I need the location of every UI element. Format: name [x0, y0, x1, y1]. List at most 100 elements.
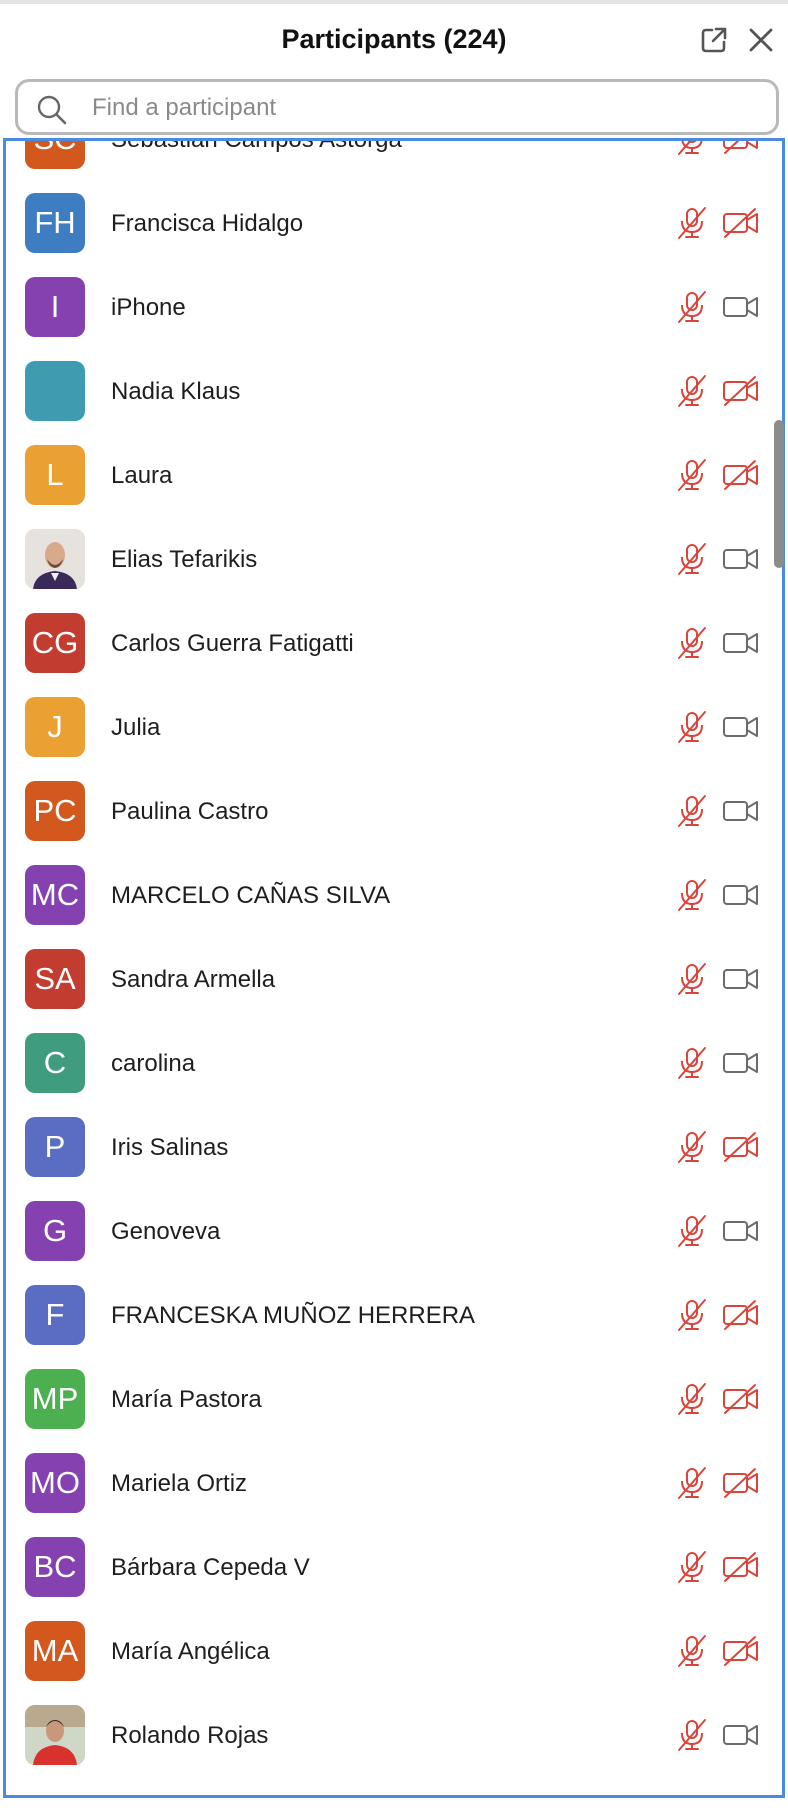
- avatar: I: [25, 277, 85, 337]
- mic-muted-icon[interactable]: [674, 1717, 710, 1753]
- mic-muted-icon[interactable]: [674, 1297, 710, 1333]
- participant-name: Julia: [111, 714, 161, 741]
- avatar: F: [25, 1285, 85, 1345]
- video-off-icon[interactable]: [722, 375, 760, 407]
- search-box[interactable]: [15, 79, 779, 135]
- participant-row[interactable]: MO Mariela Ortiz: [6, 1441, 782, 1525]
- participant-row[interactable]: SC Sebastián Campos Astorga: [6, 138, 782, 181]
- video-off-icon[interactable]: [722, 1299, 760, 1331]
- video-off-icon[interactable]: [722, 1383, 760, 1415]
- avatar: CG: [25, 613, 85, 673]
- participant-row[interactable]: CG Carlos Guerra Fatigatti: [6, 601, 782, 685]
- participant-name: Laura: [111, 462, 173, 489]
- video-off-icon[interactable]: [722, 1551, 760, 1583]
- participant-name: carolina: [111, 1050, 196, 1077]
- participant-row[interactable]: F FRANCESKA MUÑOZ HERRERA: [6, 1273, 782, 1357]
- video-on-icon[interactable]: [722, 963, 760, 995]
- video-on-icon[interactable]: [722, 795, 760, 827]
- avatar: L: [25, 445, 85, 505]
- video-off-icon[interactable]: [722, 1467, 760, 1499]
- avatar: SC: [25, 141, 85, 169]
- participant-row[interactable]: MC MARCELO CAÑAS SILVA: [6, 853, 782, 937]
- participant-name: Francisca Hidalgo: [111, 210, 304, 237]
- avatar-initials: MO: [30, 1465, 80, 1500]
- participant-name: iPhone: [111, 294, 186, 321]
- scrollbar-thumb[interactable]: [774, 420, 784, 568]
- avatar: J: [25, 697, 85, 757]
- participant-row[interactable]: FH Francisca Hidalgo: [6, 181, 782, 265]
- mic-muted-icon[interactable]: [674, 625, 710, 661]
- mic-muted-icon[interactable]: [674, 541, 710, 577]
- participant-row[interactable]: G Genoveva: [6, 1189, 782, 1273]
- mic-muted-icon[interactable]: [674, 1381, 710, 1417]
- avatar-initials: F: [45, 1297, 65, 1332]
- video-on-icon[interactable]: [722, 1719, 760, 1751]
- mic-muted-icon[interactable]: [674, 1129, 710, 1165]
- avatar: SA: [25, 949, 85, 1009]
- avatar: [25, 1705, 85, 1765]
- mic-muted-icon[interactable]: [674, 1465, 710, 1501]
- participant-row[interactable]: Ccarolina: [6, 1021, 782, 1105]
- video-off-icon[interactable]: [722, 138, 760, 155]
- popout-icon: [701, 27, 727, 53]
- video-off-icon[interactable]: [722, 1131, 760, 1163]
- avatar: [25, 361, 85, 421]
- participant-name: Genoveva: [111, 1218, 221, 1245]
- search-icon: [37, 95, 67, 125]
- mic-muted-icon[interactable]: [674, 793, 710, 829]
- video-on-icon[interactable]: [722, 879, 760, 911]
- participant-row[interactable]: Rolando Rojas: [6, 1693, 782, 1777]
- video-off-icon[interactable]: [722, 459, 760, 491]
- participant-name: Sandra Armella: [111, 966, 276, 993]
- avatar: MO: [25, 1453, 85, 1513]
- popout-button[interactable]: [694, 20, 734, 60]
- search-input[interactable]: [90, 90, 754, 126]
- mic-muted-icon[interactable]: [674, 709, 710, 745]
- mic-muted-icon[interactable]: [674, 961, 710, 997]
- mic-muted-icon[interactable]: [674, 289, 710, 325]
- video-on-icon[interactable]: [722, 711, 760, 743]
- participant-row[interactable]: MP María Pastora: [6, 1357, 782, 1441]
- mic-muted-icon[interactable]: [674, 1549, 710, 1585]
- video-on-icon[interactable]: [722, 627, 760, 659]
- avatar-initials: J: [47, 709, 63, 744]
- participant-row[interactable]: Elias Tefarikis: [6, 517, 782, 601]
- mic-muted-icon[interactable]: [674, 205, 710, 241]
- participant-name: Sebastián Campos Astorga: [111, 138, 402, 153]
- participant-row[interactable]: SA Sandra Armella: [6, 937, 782, 1021]
- participant-row[interactable]: BC Bárbara Cepeda V: [6, 1525, 782, 1609]
- video-off-icon[interactable]: [722, 207, 760, 239]
- avatar: [25, 529, 85, 589]
- avatar: MC: [25, 865, 85, 925]
- participant-name: María Angélica: [111, 1638, 270, 1665]
- participant-row[interactable]: Nadia Klaus: [6, 349, 782, 433]
- video-off-icon[interactable]: [722, 1635, 760, 1667]
- participant-row[interactable]: MA María Angélica: [6, 1609, 782, 1693]
- participant-row[interactable]: L Laura: [6, 433, 782, 517]
- mic-muted-icon[interactable]: [674, 138, 710, 157]
- avatar: BC: [25, 1537, 85, 1597]
- video-on-icon[interactable]: [722, 543, 760, 575]
- mic-muted-icon[interactable]: [674, 1213, 710, 1249]
- video-on-icon[interactable]: [722, 1215, 760, 1247]
- participant-row[interactable]: J Julia: [6, 685, 782, 769]
- participant-name: Bárbara Cepeda V: [111, 1554, 310, 1581]
- panel-header: Participants (224): [0, 4, 788, 76]
- participant-row[interactable]: P Iris Salinas: [6, 1105, 782, 1189]
- avatar-initials: MA: [31, 1633, 79, 1668]
- participant-name: Elias Tefarikis: [111, 546, 258, 573]
- video-on-icon[interactable]: [722, 1047, 760, 1079]
- mic-muted-icon[interactable]: [674, 457, 710, 493]
- mic-muted-icon[interactable]: [674, 1633, 710, 1669]
- video-on-icon[interactable]: [722, 291, 760, 323]
- participant-row[interactable]: PC Paulina Castro: [6, 769, 782, 853]
- participant-row[interactable]: IiPhone: [6, 265, 782, 349]
- profile-photo: [25, 1705, 85, 1765]
- avatar-initials: L: [46, 457, 64, 492]
- mic-muted-icon[interactable]: [674, 1045, 710, 1081]
- mic-muted-icon[interactable]: [674, 877, 710, 913]
- participant-list[interactable]: SC Sebastián Campos Astorga FH Francisca H…: [3, 138, 785, 1798]
- participant-name: Nadia Klaus: [111, 378, 241, 405]
- close-button[interactable]: [741, 20, 781, 60]
- mic-muted-icon[interactable]: [674, 373, 710, 409]
